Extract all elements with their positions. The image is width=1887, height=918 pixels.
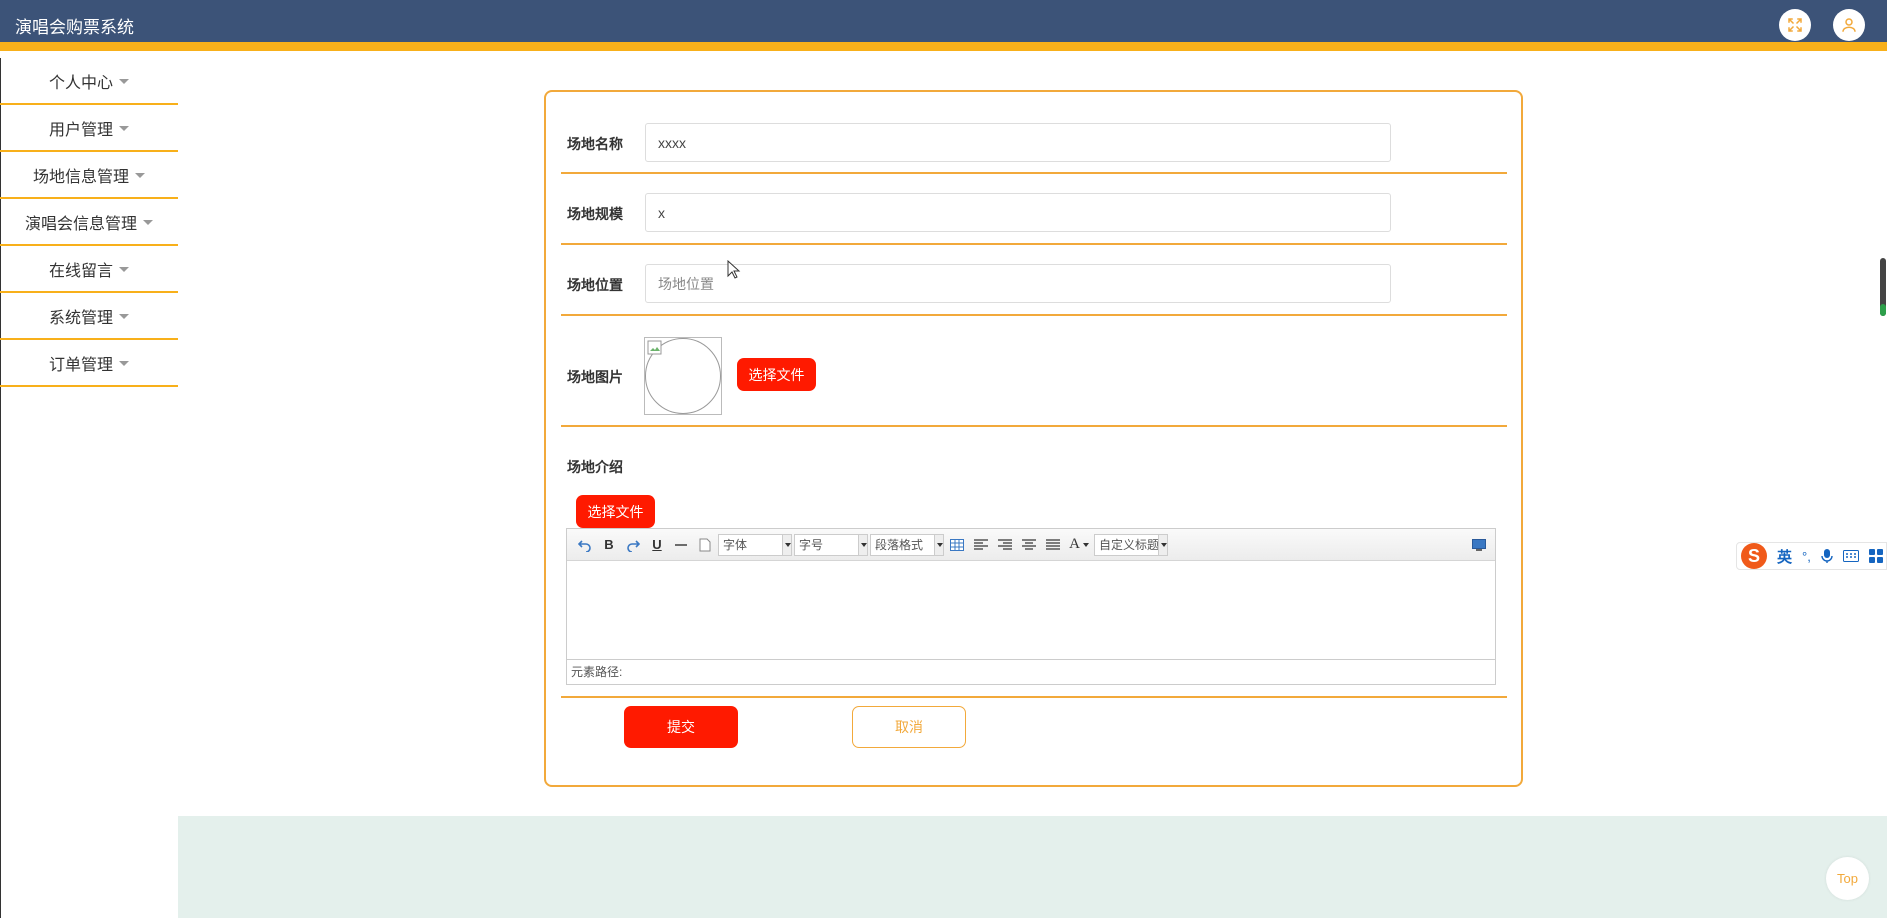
caret-down-icon (119, 79, 129, 84)
dropdown-arrow-icon (934, 534, 943, 555)
horizontal-line-icon (675, 543, 687, 546)
sidebar-item-label: 在线留言 (48, 262, 113, 280)
dropdown-arrow-icon (782, 534, 791, 555)
venue-image-label: 场地图片 (567, 369, 623, 385)
align-left-icon (974, 538, 988, 550)
sidebar-item-user-management[interactable]: 用户管理 (0, 105, 178, 152)
sogou-logo-icon[interactable]: S (1741, 543, 1767, 569)
ime-punctuation-toggle[interactable]: °, (1802, 549, 1811, 564)
keyboard-icon[interactable] (1842, 550, 1859, 562)
caret-down-icon (119, 314, 129, 319)
undo-button[interactable] (573, 534, 597, 556)
align-right-button[interactable] (993, 534, 1017, 556)
broken-image-icon (647, 340, 662, 355)
venue-location-input[interactable] (645, 264, 1391, 303)
font-family-value: 字体 (723, 538, 748, 552)
venue-location-label: 场地位置 (567, 277, 623, 293)
font-color-button[interactable]: A (1065, 534, 1093, 556)
editor-status-bar: 元素路径: (567, 659, 1495, 684)
sidebar: 个人中心 用户管理 场地信息管理 演唱会信息管理 在线留言 系统管理 订单管理 (0, 58, 178, 387)
monitor-icon (1472, 538, 1486, 551)
font-color-glyph: A (1069, 536, 1080, 552)
align-left-button[interactable] (969, 534, 993, 556)
user-avatar-button[interactable] (1833, 9, 1865, 41)
caret-down-icon (135, 173, 145, 178)
align-justify-icon (1046, 538, 1060, 550)
redo-button[interactable] (621, 534, 645, 556)
editor-toolbar: B U 字体 字号 段落格式 A 自定义标题 (567, 529, 1495, 561)
submit-button[interactable]: 提交 (624, 706, 738, 748)
horizontal-rule-button[interactable] (669, 534, 693, 556)
mouse-cursor-icon (727, 260, 741, 279)
venue-image-preview (644, 337, 722, 415)
venue-form: 场地名称 场地规模 场地位置 场地图片 选择文件 场地介绍 选择文件 B (544, 90, 1523, 787)
paragraph-format-select[interactable]: 段落格式 (870, 533, 944, 556)
venue-image-row: 场地图片 选择文件 (561, 316, 1507, 427)
fullscreen-button[interactable] (1779, 9, 1811, 41)
venue-scale-input[interactable] (645, 193, 1391, 232)
ime-language-toggle[interactable]: 英 (1777, 546, 1792, 567)
venue-intro-label: 场地介绍 (567, 459, 623, 475)
table-icon (950, 538, 964, 551)
caret-down-icon (119, 267, 129, 272)
microphone-icon[interactable] (1821, 548, 1833, 564)
underline-button[interactable]: U (645, 534, 669, 556)
align-center-icon (1022, 538, 1036, 550)
top-header: 演唱会购票系统 (0, 0, 1887, 51)
sidebar-item-personal-center[interactable]: 个人中心 (0, 58, 178, 105)
sidebar-item-online-messages[interactable]: 在线留言 (0, 246, 178, 293)
dropdown-arrow-icon (1158, 534, 1167, 555)
sidebar-item-label: 个人中心 (48, 74, 113, 92)
editor-content-area[interactable] (567, 561, 1495, 659)
cancel-button[interactable]: 取消 (852, 706, 966, 748)
dropdown-arrow-icon (858, 534, 867, 555)
caret-down-icon (119, 361, 129, 366)
caret-down-icon (119, 126, 129, 131)
sidebar-item-venue-management[interactable]: 场地信息管理 (0, 152, 178, 199)
undo-icon (578, 539, 591, 552)
user-icon (1842, 18, 1856, 32)
venue-name-row: 场地名称 (561, 92, 1507, 174)
venue-location-row: 场地位置 (561, 245, 1507, 316)
ime-toolbar: S 英 °, (1736, 542, 1887, 570)
clear-format-button[interactable] (693, 534, 717, 556)
caret-down-icon (1082, 542, 1089, 547)
font-size-select[interactable]: 字号 (794, 533, 868, 556)
footer (178, 816, 1887, 918)
sidebar-item-order-management[interactable]: 订单管理 (0, 340, 178, 387)
back-to-top-button[interactable]: Top (1826, 857, 1869, 900)
caret-down-icon (143, 220, 153, 225)
align-center-button[interactable] (1017, 534, 1041, 556)
sidebar-item-label: 订单管理 (48, 356, 113, 374)
sidebar-item-label: 系统管理 (48, 309, 113, 327)
sidebar-item-label: 演唱会信息管理 (24, 215, 137, 233)
document-icon (699, 538, 711, 551)
venue-name-label: 场地名称 (567, 136, 623, 152)
insert-table-button[interactable] (945, 534, 969, 556)
custom-title-value: 自定义标题 (1099, 538, 1160, 552)
font-family-select[interactable]: 字体 (718, 533, 792, 556)
font-size-value: 字号 (799, 538, 824, 552)
custom-title-select[interactable]: 自定义标题 (1094, 533, 1168, 556)
expand-icon (1788, 18, 1802, 32)
align-justify-button[interactable] (1041, 534, 1065, 556)
app-title: 演唱会购票系统 (15, 18, 134, 37)
paragraph-format-value: 段落格式 (875, 538, 924, 552)
grid-menu-icon[interactable] (1868, 549, 1883, 563)
choose-intro-file-button[interactable]: 选择文件 (576, 495, 655, 528)
venue-name-input[interactable] (645, 123, 1391, 162)
choose-image-file-button[interactable]: 选择文件 (737, 358, 816, 391)
scrollbar-thumb[interactable] (1880, 258, 1886, 316)
sidebar-item-label: 用户管理 (48, 121, 113, 139)
rich-text-editor: B U 字体 字号 段落格式 A 自定义标题 元素路径: (566, 528, 1496, 685)
fullscreen-editor-button[interactable] (1467, 534, 1491, 556)
sidebar-item-system-management[interactable]: 系统管理 (0, 293, 178, 340)
bold-button[interactable]: B (597, 534, 621, 556)
sidebar-item-label: 场地信息管理 (32, 168, 129, 186)
venue-scale-row: 场地规模 (561, 174, 1507, 245)
redo-icon (627, 539, 640, 552)
sidebar-item-concert-management[interactable]: 演唱会信息管理 (0, 199, 178, 246)
venue-scale-label: 场地规模 (567, 206, 623, 222)
align-right-icon (998, 538, 1012, 550)
